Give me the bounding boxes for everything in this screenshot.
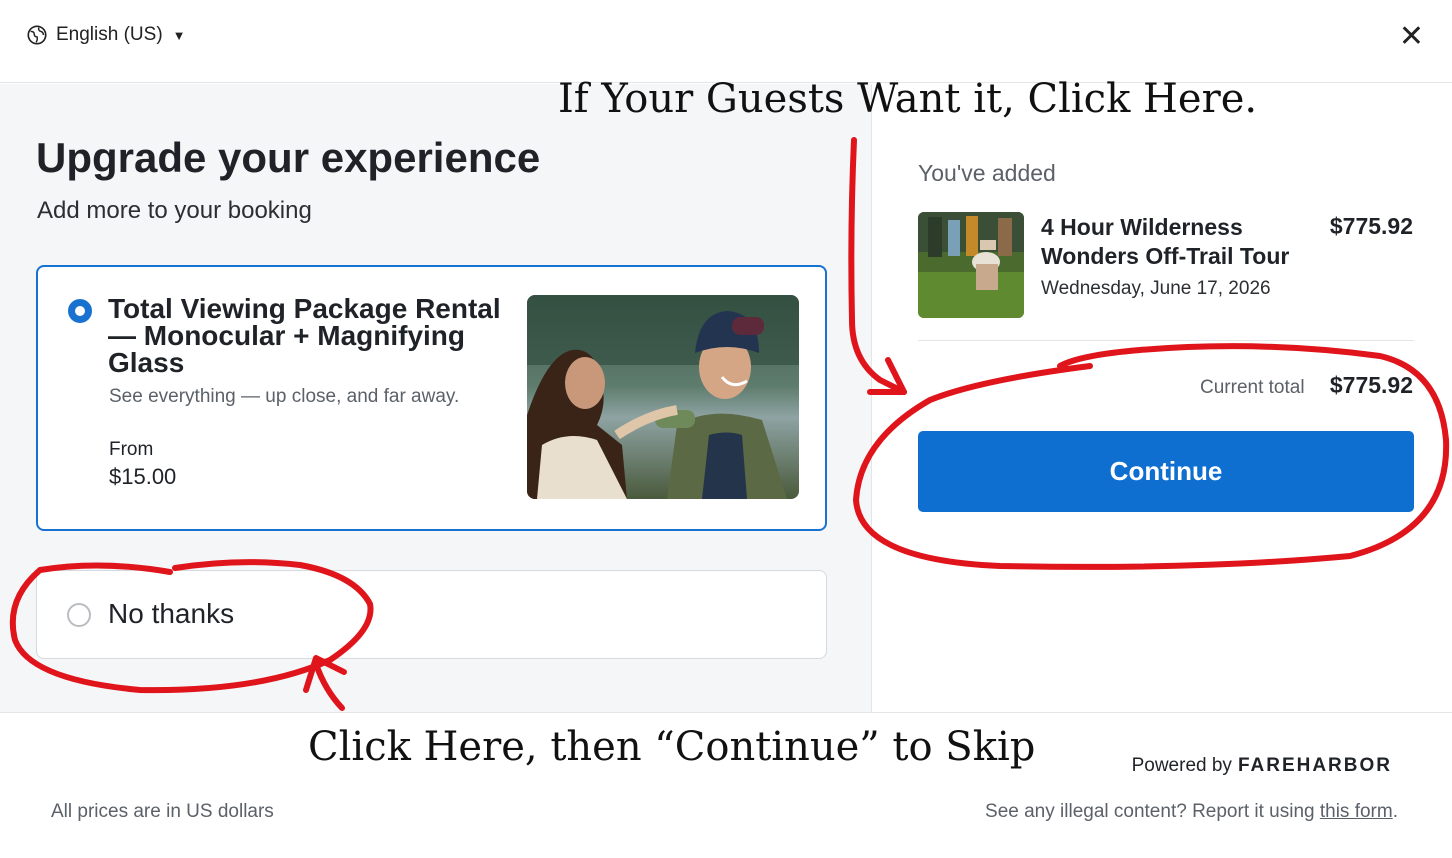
page-subtitle: Add more to your booking	[37, 197, 312, 224]
report-end: .	[1392, 801, 1398, 822]
option-description: See everything — up close, and far away.	[109, 386, 460, 407]
summary-divider	[918, 340, 1414, 341]
item-thumbnail	[918, 212, 1024, 318]
item-date: Wednesday, June 17, 2026	[1041, 278, 1271, 299]
powered-by-label: Powered by	[1131, 755, 1232, 776]
summary-heading: You've added	[918, 160, 1056, 186]
fareharbor-logo[interactable]: FAREHARBOR	[1238, 755, 1392, 777]
report-form-link[interactable]: this form	[1320, 801, 1393, 822]
upgrade-option-card[interactable]: Total Viewing Package Rental — Monocular…	[36, 265, 827, 531]
option-photo	[527, 295, 799, 499]
report-content: See any illegal content? Report it using…	[985, 801, 1398, 823]
item-name: 4 Hour Wilderness Wonders Off-Trail Tour	[1041, 214, 1290, 269]
powered-by: Powered by FAREHARBOR	[1132, 755, 1392, 777]
total-label: Current total	[1200, 377, 1305, 398]
page-title: Upgrade your experience	[36, 134, 541, 181]
option-price: $15.00	[109, 464, 177, 489]
option-title: Total Viewing Package Rental — Monocular…	[108, 293, 501, 378]
report-text: See any illegal content? Report it using	[985, 801, 1315, 822]
annotation-top: If Your Guests Want it, Click Here.	[558, 76, 1258, 122]
top-bar: English (US) ▼ ✕	[0, 0, 1452, 83]
total-value: $775.92	[1329, 372, 1413, 398]
close-icon[interactable]: ✕	[1399, 22, 1424, 52]
caret-down-icon: ▼	[172, 27, 186, 43]
prices-note: All prices are in US dollars	[51, 801, 274, 822]
item-price: $775.92	[1329, 213, 1413, 239]
no-thanks-radio[interactable]	[67, 603, 91, 627]
language-label: English (US)	[56, 24, 163, 45]
continue-button[interactable]: Continue	[918, 431, 1414, 512]
language-selector[interactable]: English (US) ▼	[26, 24, 186, 46]
annotation-bottom: Click Here, then “Continue” to Skip	[308, 724, 1036, 770]
booking-summary: You've added 4 Hour Wilderness Wonders O…	[873, 84, 1452, 712]
option-radio-selected[interactable]	[68, 299, 92, 323]
option-from-label: From	[109, 439, 154, 460]
globe-icon	[27, 25, 47, 45]
upgrade-panel: Upgrade your experience Add more to your…	[0, 84, 872, 712]
no-thanks-option[interactable]: No thanks	[36, 570, 827, 659]
no-thanks-label: No thanks	[108, 598, 235, 629]
